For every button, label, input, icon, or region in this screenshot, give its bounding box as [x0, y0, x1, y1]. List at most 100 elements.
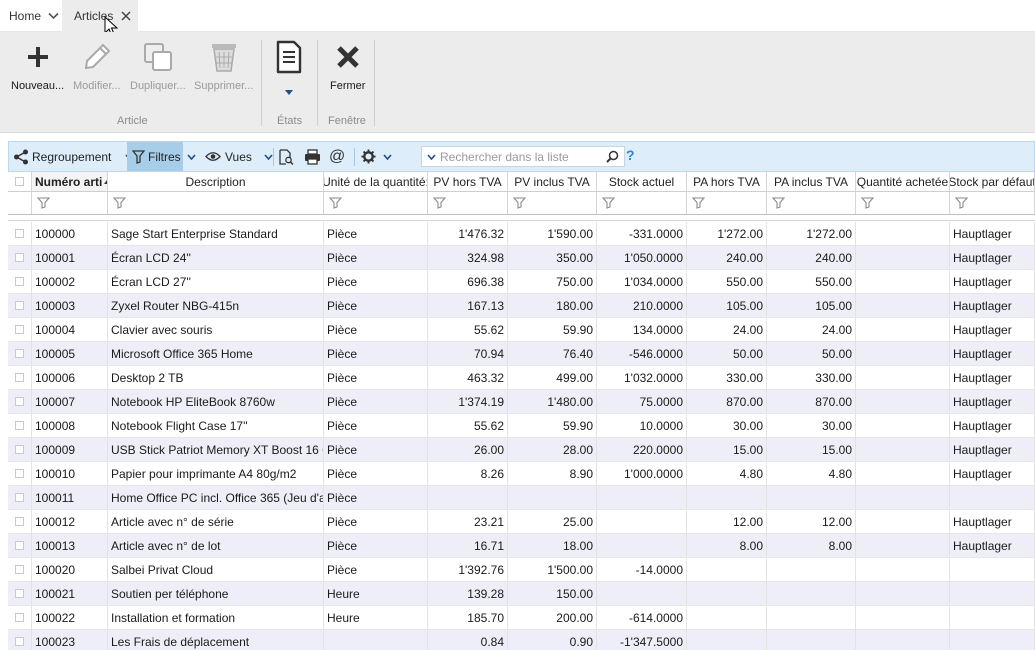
filter-icon[interactable] — [329, 197, 342, 209]
chevron-down-icon[interactable] — [264, 153, 273, 160]
row-checkbox[interactable] — [8, 366, 32, 389]
table-row[interactable]: 100020 Salbei Privat Cloud Pièce 1'392.76 1'… — [8, 558, 1035, 582]
table-row[interactable]: 100003 Zyxel Router NBG-415n Pièce 167.13 18… — [8, 294, 1035, 318]
cell-pv-incl: 0.90 — [508, 630, 597, 650]
column-filter-cell[interactable] — [597, 192, 687, 214]
column-filter-cell[interactable] — [856, 192, 950, 214]
row-checkbox[interactable] — [8, 582, 32, 605]
column-filter-cell[interactable] — [108, 192, 324, 214]
settings-button[interactable] — [359, 142, 395, 171]
chevron-down-icon[interactable] — [383, 153, 392, 160]
filter-icon[interactable] — [692, 197, 705, 209]
table-row[interactable]: 100006 Desktop 2 TB Pièce 463.32 499.00 1'032… — [8, 366, 1035, 390]
search-icon[interactable] — [606, 150, 619, 163]
column-header-unit[interactable]: Unité de la quantité: — [324, 172, 428, 191]
states-dropdown-icon[interactable] — [285, 86, 293, 98]
help-icon[interactable]: ? — [626, 147, 635, 163]
table-row[interactable]: 100005 Microsoft Office 365 Home Pièce 70.9… — [8, 342, 1035, 366]
row-checkbox[interactable] — [8, 462, 32, 485]
row-checkbox[interactable] — [8, 294, 32, 317]
row-checkbox[interactable] — [8, 558, 32, 581]
views-button[interactable]: Vues — [203, 142, 273, 171]
select-all-checkbox[interactable] — [8, 172, 32, 191]
states-button[interactable] — [276, 38, 302, 98]
table-row[interactable]: 100022 Installation et formation Heure 185.… — [8, 606, 1035, 630]
column-header-pa-excl[interactable]: PA hors TVA — [687, 172, 767, 191]
duplicate-button[interactable]: Dupliquer... — [130, 38, 186, 92]
filter-icon[interactable] — [433, 197, 446, 209]
close-icon[interactable] — [121, 11, 131, 21]
column-header-description[interactable]: Description — [108, 172, 324, 191]
filter-icon[interactable] — [37, 197, 50, 209]
filter-icon[interactable] — [513, 197, 526, 209]
table-row[interactable]: 100000 Sage Start Enterprise Standard Pièc… — [8, 222, 1035, 246]
column-filter-cell[interactable] — [767, 192, 856, 214]
cell-default-stock — [950, 582, 1035, 605]
cell-pv-excl: 0.84 — [428, 630, 508, 650]
cell-qty-purchased — [856, 294, 950, 317]
row-checkbox[interactable] — [8, 270, 32, 293]
row-checkbox[interactable] — [8, 630, 32, 650]
column-filter-cell[interactable] — [32, 192, 108, 214]
cell-article-number: 100010 — [32, 462, 108, 485]
row-checkbox[interactable] — [8, 246, 32, 269]
row-checkbox[interactable] — [8, 606, 32, 629]
column-header-default-stock[interactable]: Stock par défaut — [950, 172, 1035, 191]
cell-pv-excl: 1'476.32 — [428, 222, 508, 245]
table-row[interactable]: 100012 Article avec n° de série Pièce 23.21… — [8, 510, 1035, 534]
row-checkbox[interactable] — [8, 534, 32, 557]
print-preview-button[interactable] — [277, 142, 297, 171]
table-row[interactable]: 100013 Article avec n° de lot Pièce 16.71 18… — [8, 534, 1035, 558]
row-checkbox[interactable] — [8, 342, 32, 365]
table-row[interactable]: 100009 USB Stick Patriot Memory XT Boost … — [8, 438, 1035, 462]
column-filter-cell[interactable] — [687, 192, 767, 214]
table-row[interactable]: 100007 Notebook HP EliteBook 8760w Pièce 1'… — [8, 390, 1035, 414]
table-row[interactable]: 100008 Notebook Flight Case 17'' Pièce 55.6… — [8, 414, 1035, 438]
filter-icon[interactable] — [602, 197, 615, 209]
row-checkbox[interactable] — [8, 318, 32, 341]
delete-button[interactable]: Supprimer... — [194, 38, 253, 92]
close-button[interactable]: Fermer — [330, 38, 365, 92]
row-checkbox[interactable] — [8, 414, 32, 437]
row-checkbox[interactable] — [8, 222, 32, 245]
column-filter-cell[interactable] — [324, 192, 428, 214]
filters-dropdown[interactable] — [185, 142, 199, 171]
tab-home[interactable]: Home — [0, 0, 62, 32]
search-input[interactable]: Rechercher dans la liste — [421, 146, 625, 167]
column-filter-cell[interactable] — [428, 192, 508, 214]
filter-icon[interactable] — [861, 197, 874, 209]
row-checkbox[interactable] — [8, 390, 32, 413]
new-button[interactable]: Nouveau... — [11, 38, 64, 92]
filters-button[interactable]: Filtres — [127, 142, 183, 171]
table-row[interactable]: 100001 Écran LCD 24'' Pièce 324.98 350.00 1'0… — [8, 246, 1035, 270]
row-checkbox[interactable] — [8, 438, 32, 461]
filter-icon[interactable] — [772, 197, 785, 209]
column-header-pa-incl[interactable]: PA inclus TVA — [767, 172, 856, 191]
print-button[interactable] — [304, 142, 324, 171]
filter-icon[interactable] — [955, 197, 968, 209]
column-header-number[interactable]: Numéro arti — [32, 172, 108, 191]
table-row[interactable]: 100002 Écran LCD 27'' Pièce 696.38 750.00 1'0… — [8, 270, 1035, 294]
column-filter-cell[interactable] — [950, 192, 1035, 214]
table-row[interactable]: 100004 Clavier avec souris Pièce 55.62 59.90… — [8, 318, 1035, 342]
table-row[interactable]: 100011 Home Office PC incl. Office 365 (J… — [8, 486, 1035, 510]
table-row[interactable]: 100023 Les Frais de déplacement 0.84 0.90 -1… — [8, 630, 1035, 650]
cell-pv-excl: 1'392.76 — [428, 558, 508, 581]
chevron-down-icon[interactable] — [427, 153, 436, 160]
edit-button[interactable]: Modifier... — [73, 38, 121, 92]
email-button[interactable]: @ — [329, 142, 349, 171]
filter-icon[interactable] — [113, 197, 126, 209]
cell-description: Article avec n° de série — [108, 510, 324, 533]
column-header-stock[interactable]: Stock actuel — [597, 172, 687, 191]
tab-articles[interactable]: Articles — [62, 0, 138, 32]
row-checkbox[interactable] — [8, 510, 32, 533]
table-row[interactable]: 100021 Soutien per téléphone Heure 139.28 15… — [8, 582, 1035, 606]
column-header-qty-purchased[interactable]: Quantité achetée — [856, 172, 950, 191]
grouping-button[interactable]: Regroupement — [11, 142, 134, 171]
row-checkbox[interactable] — [8, 486, 32, 509]
chevron-down-icon[interactable] — [48, 12, 59, 20]
column-filter-cell[interactable] — [508, 192, 597, 214]
table-row[interactable]: 100010 Papier pour imprimante A4 80g/m2 Pi… — [8, 462, 1035, 486]
column-header-pv-incl[interactable]: PV inclus TVA — [508, 172, 597, 191]
column-header-pv-excl[interactable]: PV hors TVA — [428, 172, 508, 191]
